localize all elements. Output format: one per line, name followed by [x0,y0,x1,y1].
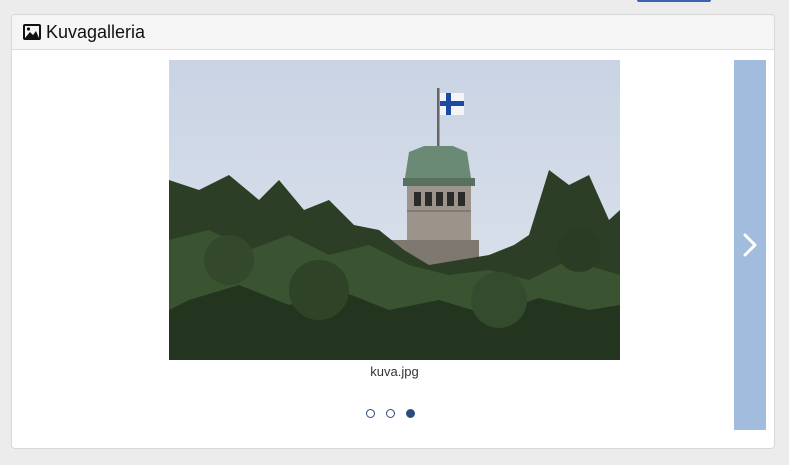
chevron-right-icon [743,233,757,257]
slide-indicator-3[interactable] [406,409,415,418]
image-caption: kuva.jpg [370,364,419,379]
gallery-image [169,60,620,360]
image-icon [23,24,41,40]
slide-indicator-1[interactable] [366,409,375,418]
panel-header: Kuvagalleria [12,15,774,50]
slide-indicators [366,409,415,418]
next-slide-button[interactable] [734,60,766,430]
image-carousel: kuva.jpg [12,50,774,448]
gallery-panel: Kuvagalleria kuva.jpg [11,14,775,449]
panel-title: Kuvagalleria [46,21,146,42]
slide-indicator-2[interactable] [386,409,395,418]
top-button[interactable] [637,0,711,2]
